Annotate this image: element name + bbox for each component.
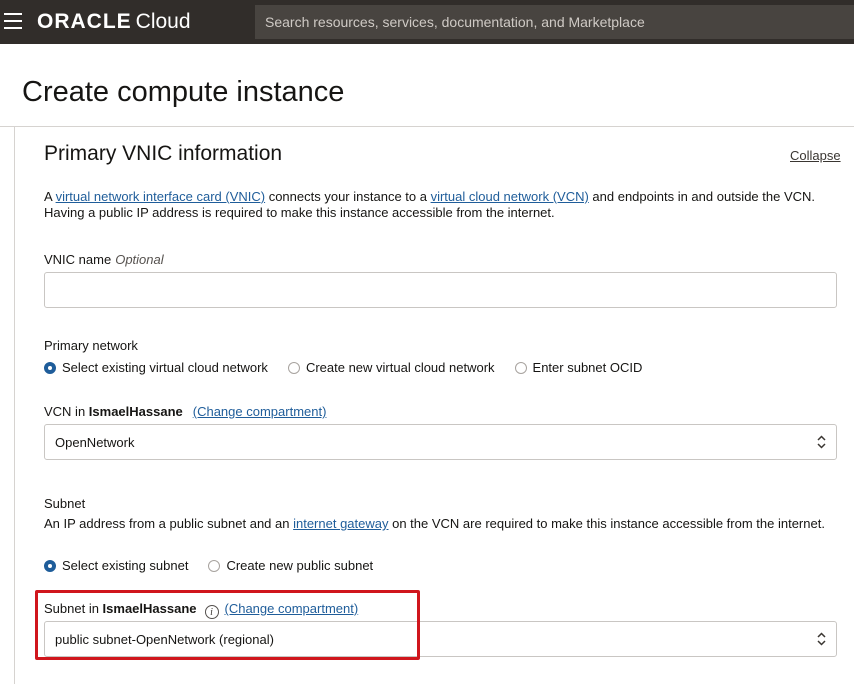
subnet-compartment-name: IsmaelHassane	[102, 601, 197, 616]
radio-selected-icon	[44, 361, 56, 374]
primary-network-radio-group: Select existing virtual cloud network Cr…	[44, 360, 662, 375]
info-icon[interactable]: i	[204, 605, 219, 619]
radio-unselected-icon	[514, 361, 527, 374]
vcn-change-compartment-link[interactable]: (Change compartment)	[193, 404, 327, 419]
vcn-label-prefix: VCN in	[44, 404, 89, 419]
radio-label: Select existing virtual cloud network	[62, 360, 268, 375]
radio-create-new-public-subnet[interactable]: Create new public subnet	[208, 558, 373, 573]
brand-sub: Cloud	[135, 10, 191, 33]
subnet-desc-text-1: An IP address from a public subnet and a…	[44, 516, 294, 531]
radio-label: Enter subnet OCID	[532, 360, 643, 375]
title-divider	[0, 126, 854, 127]
collapse-link[interactable]: Collapse	[790, 148, 841, 163]
top-navigation-bar: ORACLE Cloud	[0, 0, 854, 44]
subnet-desc-text-2: on the VCN are required to make this ins…	[388, 516, 825, 531]
updown-chevron-icon	[817, 435, 826, 449]
radio-label: Select existing subnet	[62, 558, 189, 573]
desc-text-2: connects your instance to a	[265, 189, 431, 204]
subnet-change-compartment-link[interactable]: (Change compartment)	[225, 601, 359, 616]
vnic-name-label-text: VNIC name	[44, 252, 112, 267]
vcn-select-value: OpenNetwork	[55, 434, 135, 450]
vnic-name-input[interactable]	[44, 272, 837, 308]
subnet-select-value: public subnet-OpenNetwork (regional)	[55, 631, 274, 647]
desc-text-1: A	[44, 189, 56, 204]
vnic-help-link[interactable]: virtual network interface card (VNIC)	[56, 189, 266, 204]
vcn-label: VCN in IsmaelHassane (Change compartment)	[44, 404, 326, 419]
primary-network-label: Primary network	[44, 338, 138, 353]
radio-label: Create new virtual cloud network	[305, 360, 495, 375]
internet-gateway-link[interactable]: internet gateway	[293, 516, 388, 531]
radio-select-existing-vcn[interactable]: Select existing virtual cloud network	[44, 360, 268, 375]
section-title: Primary VNIC information	[44, 142, 283, 165]
radio-label: Create new public subnet	[226, 558, 374, 573]
radio-enter-subnet-ocid[interactable]: Enter subnet OCID	[514, 360, 643, 375]
hamburger-menu-icon[interactable]	[4, 13, 22, 29]
subnet-select[interactable]: public subnet-OpenNetwork (regional)	[44, 621, 837, 657]
vcn-help-link[interactable]: virtual cloud network (VCN)	[431, 189, 589, 204]
brand-main: ORACLE	[37, 10, 132, 33]
radio-unselected-icon	[287, 361, 300, 374]
radio-selected-icon	[44, 559, 56, 572]
updown-chevron-icon	[817, 632, 826, 646]
global-search-input[interactable]	[255, 5, 854, 39]
vcn-compartment-name: IsmaelHassane	[88, 404, 183, 419]
panel-left-border	[14, 127, 15, 684]
optional-tag: Optional	[115, 252, 164, 267]
vcn-select[interactable]: OpenNetwork	[44, 424, 837, 460]
radio-create-new-vcn[interactable]: Create new virtual cloud network	[287, 360, 495, 375]
subnet-description: An IP address from a public subnet and a…	[44, 516, 834, 532]
subnet-select-label-prefix: Subnet in	[44, 601, 103, 616]
radio-select-existing-subnet[interactable]: Select existing subnet	[44, 558, 188, 573]
vnic-name-label: VNIC name Optional	[44, 252, 164, 267]
subnet-label: Subnet	[44, 496, 86, 511]
section-description: A virtual network interface card (VNIC) …	[44, 189, 834, 221]
subnet-select-label: Subnet in IsmaelHassane i (Change compartm…	[44, 601, 358, 619]
radio-unselected-icon	[208, 559, 221, 572]
oracle-cloud-logo[interactable]: ORACLE Cloud	[37, 9, 191, 35]
page-title: Create compute instance	[22, 76, 345, 108]
subnet-radio-group: Select existing subnet Create new public…	[44, 558, 393, 573]
